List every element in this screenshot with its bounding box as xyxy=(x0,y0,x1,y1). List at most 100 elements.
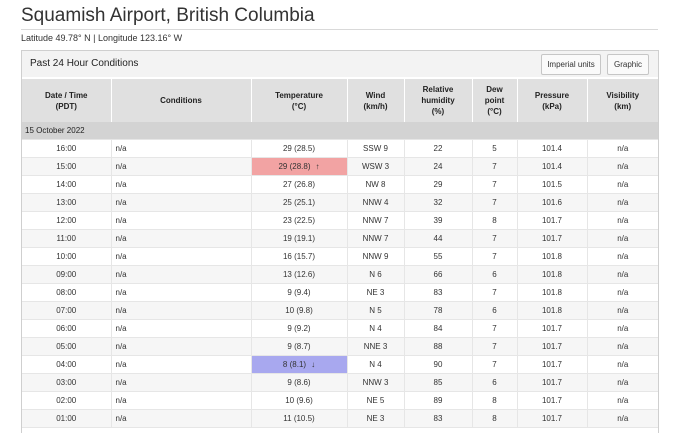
time-cell: 11:00 xyxy=(22,229,112,248)
temperature-cell: 13 (12.6) xyxy=(251,265,348,284)
temperature-value: 16 xyxy=(282,252,292,261)
time-cell: 13:00 xyxy=(22,193,112,212)
temperature-value: 25 xyxy=(282,198,292,207)
pressure-cell: 101.8 xyxy=(517,301,588,320)
dewpoint-cell: 8 xyxy=(472,391,518,410)
temperature-feels-value: (8.6) xyxy=(294,378,311,387)
temperature-value: 10 xyxy=(285,396,295,405)
visibility-cell: n/a xyxy=(587,355,658,374)
column-header-line: Wind xyxy=(365,90,386,100)
temperature-value: 29 xyxy=(282,144,292,153)
conditions-cell: n/a xyxy=(111,355,252,374)
visibility-cell: n/a xyxy=(587,247,658,266)
visibility-cell: n/a xyxy=(587,337,658,356)
humidity-cell: 39 xyxy=(404,211,473,230)
wind-cell: NNW 7 xyxy=(347,211,405,230)
temperature-feels-value: (9.8) xyxy=(296,306,313,315)
time-cell: 12:00 xyxy=(22,211,112,230)
time-cell: 10:00 xyxy=(22,247,112,266)
temperature-feels-value: (12.6) xyxy=(294,270,316,279)
temperature-cell: 10 (9.6) xyxy=(251,391,348,410)
table-row: 10:00 n/a 16 (15.7) NNW 9 55 7 101.8 n/a xyxy=(22,247,658,266)
column-header-dewpoint: Dew point (°C) xyxy=(472,79,518,122)
humidity-cell: 89 xyxy=(404,391,473,410)
dewpoint-cell: 8 xyxy=(472,211,518,230)
time-cell: 14:00 xyxy=(22,175,112,194)
visibility-cell: n/a xyxy=(587,283,658,302)
conditions-cell: n/a xyxy=(111,337,252,356)
table-row: 11:00 n/a 19 (19.1) NNW 7 44 7 101.7 n/a xyxy=(22,229,658,248)
imperial-units-button[interactable]: Imperial units xyxy=(541,54,601,75)
column-header-line: Relative xyxy=(422,85,454,94)
temperature-value: 9 xyxy=(287,324,292,333)
temperature-cell: 29 (28.5) xyxy=(251,139,348,158)
table-body: 15 October 2022 16:00 n/a 29 (28.5) SSW 9 22… xyxy=(22,122,658,428)
column-header-line: Conditions xyxy=(160,96,202,105)
humidity-cell: 78 xyxy=(404,301,473,320)
humidity-cell: 44 xyxy=(404,229,473,248)
temperature-cell: 9 (8.6) xyxy=(251,373,348,392)
time-cell: 15:00 xyxy=(22,157,112,176)
column-header-line: (°C) xyxy=(487,107,502,116)
humidity-cell: 88 xyxy=(404,337,473,356)
column-header-datetime: Date / Time (PDT) xyxy=(22,79,112,122)
humidity-cell: 84 xyxy=(404,319,473,338)
temperature-value: 8 xyxy=(282,360,288,369)
conditions-cell: n/a xyxy=(111,157,252,176)
humidity-cell: 83 xyxy=(404,409,473,428)
temperature-value: 10 xyxy=(285,306,295,315)
humidity-cell: 29 xyxy=(404,175,473,194)
table-row: 13:00 n/a 25 (25.1) NNW 4 32 7 101.6 n/a xyxy=(22,193,658,212)
visibility-cell: n/a xyxy=(587,373,658,392)
pressure-cell: 101.8 xyxy=(517,283,588,302)
conditions-table: Date / Time (PDT) Conditions Temperature (°C… xyxy=(22,79,658,428)
column-header-line: Pressure xyxy=(534,90,570,100)
table-row: 14:00 n/a 27 (26.8) NW 8 29 7 101.5 n/a xyxy=(22,175,658,194)
table-row: 07:00 n/a 10 (9.8) N 5 78 6 101.8 n/a xyxy=(22,301,658,320)
panel-title: Past 24 Hour Conditions xyxy=(30,58,139,69)
pressure-cell: 101.8 xyxy=(517,265,588,284)
pressure-cell: 101.7 xyxy=(517,211,588,230)
temperature-cell: 23 (22.5) xyxy=(251,211,348,230)
temperature-value: 13 xyxy=(282,270,292,279)
column-header-line: (kPa) xyxy=(542,101,562,111)
temperature-feels-value: (28.5) xyxy=(294,144,316,153)
column-header-line: Visibility xyxy=(606,90,640,100)
conditions-cell: n/a xyxy=(111,211,252,230)
time-cell: 04:00 xyxy=(22,355,112,374)
temperature-value: 27 xyxy=(282,180,292,189)
wind-cell: N 5 xyxy=(347,301,405,320)
conditions-cell: n/a xyxy=(111,139,252,158)
temperature-feels-value: (9.4) xyxy=(294,288,311,297)
visibility-cell: n/a xyxy=(587,229,658,248)
temperature-value: 19 xyxy=(282,234,292,243)
graphic-button[interactable]: Graphic xyxy=(607,54,649,75)
conditions-cell: n/a xyxy=(111,193,252,212)
humidity-cell: 24 xyxy=(404,157,473,176)
humidity-cell: 32 xyxy=(404,193,473,212)
column-header-wind: Wind (km/h) xyxy=(347,79,405,122)
wind-cell: NNE 3 xyxy=(347,337,405,356)
humidity-cell: 55 xyxy=(404,247,473,266)
humidity-cell: 66 xyxy=(404,265,473,284)
wind-cell: NNW 7 xyxy=(347,229,405,248)
visibility-cell: n/a xyxy=(587,409,658,428)
pressure-cell: 101.7 xyxy=(517,337,588,356)
humidity-cell: 85 xyxy=(404,373,473,392)
pressure-cell: 101.6 xyxy=(517,193,588,212)
visibility-cell: n/a xyxy=(587,175,658,194)
visibility-cell: n/a xyxy=(587,157,658,176)
dewpoint-cell: 7 xyxy=(472,247,518,266)
pressure-cell: 101.7 xyxy=(517,409,588,428)
table-row: 04:00 n/a 8 (8.1) ↓ N 4 90 7 101.7 n/a xyxy=(22,355,658,374)
time-cell: 03:00 xyxy=(22,373,112,392)
pressure-cell: 101.7 xyxy=(517,229,588,248)
temperature-value: 11 xyxy=(283,414,292,423)
pressure-cell: 101.7 xyxy=(517,355,588,374)
visibility-cell: n/a xyxy=(587,319,658,338)
column-header-line: (PDT) xyxy=(55,101,77,111)
time-cell: 06:00 xyxy=(22,319,112,338)
conditions-cell: n/a xyxy=(111,373,252,392)
temperature-feels-value: (9.6) xyxy=(296,396,313,405)
table-row: 03:00 n/a 9 (8.6) NNW 3 85 6 101.7 n/a xyxy=(22,373,658,392)
